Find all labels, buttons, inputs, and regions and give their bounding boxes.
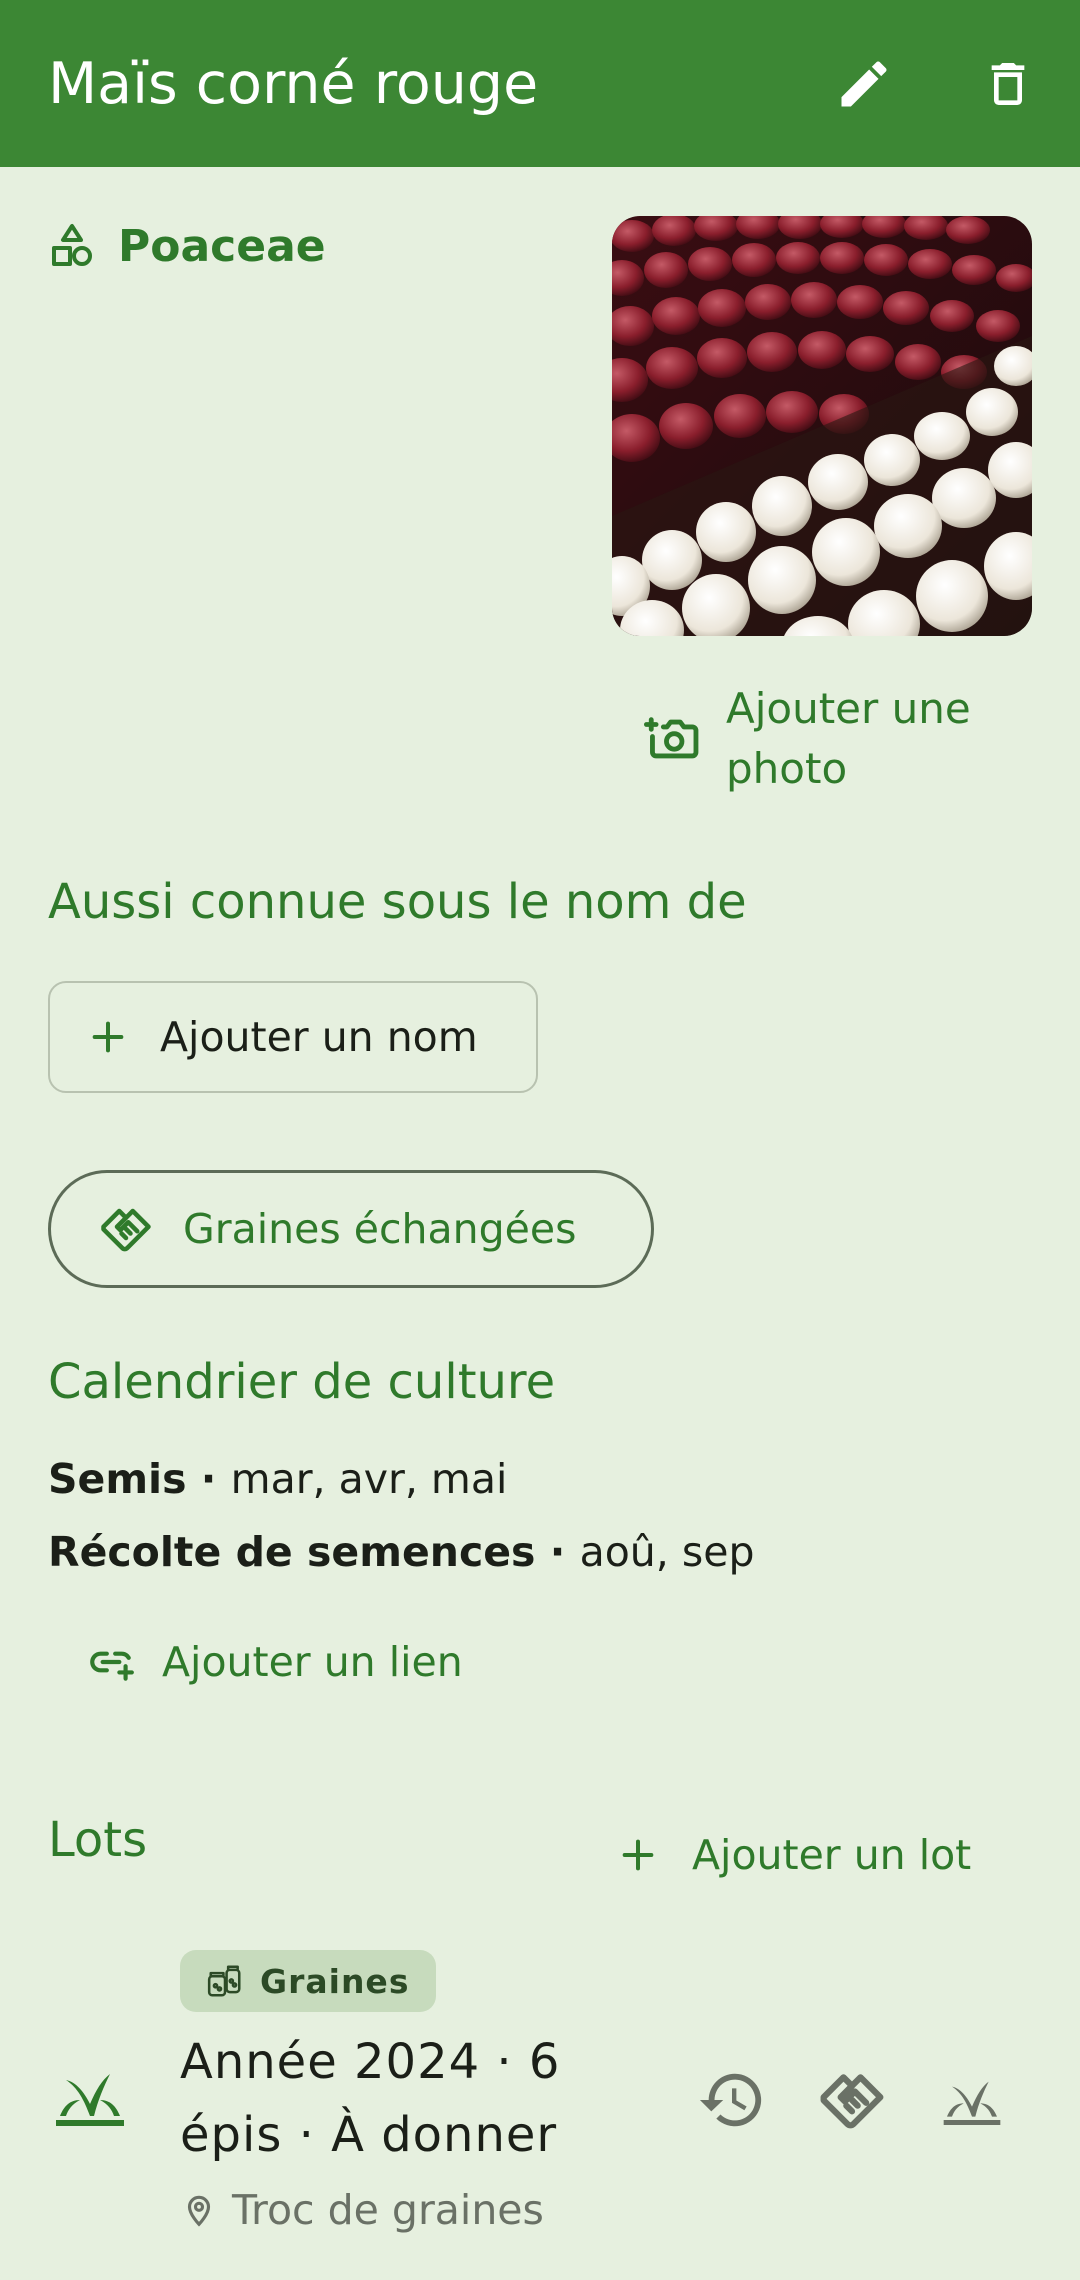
lot-type-label: Graines bbox=[260, 1961, 410, 2001]
seeds-exchanged-label: Graines échangées bbox=[183, 1205, 577, 1253]
calendar-row-months: aoû, sep bbox=[579, 1528, 755, 1576]
lot-location-label: Troc de graines bbox=[232, 2186, 544, 2234]
family-row: Poaceae bbox=[48, 214, 326, 278]
link-plus-icon bbox=[90, 1651, 134, 1681]
lot-description: Année 2024 · 6 épis · À donner bbox=[180, 2034, 561, 2163]
seeds-exchanged-chip[interactable]: Graines échangées bbox=[48, 1170, 654, 1288]
add-name-label: Ajouter un nom bbox=[160, 1013, 478, 1061]
app-bar: Maïs corné rouge bbox=[0, 0, 1080, 167]
lot-type-badge: Graines bbox=[180, 1950, 436, 2012]
edit-button[interactable] bbox=[828, 48, 900, 120]
location-pin-icon bbox=[187, 2195, 211, 2227]
calendar-heading: Calendrier de culture bbox=[48, 1354, 556, 1410]
calendar-row-label: Récolte de semences bbox=[48, 1528, 536, 1576]
add-lot-label: Ajouter un lot bbox=[692, 1831, 972, 1879]
delete-button[interactable] bbox=[972, 48, 1044, 120]
add-link-button[interactable]: Ajouter un lien bbox=[86, 1630, 463, 1694]
sprout-icon bbox=[56, 2074, 124, 2126]
sprout-icon bbox=[943, 2081, 1001, 2125]
page-title: Maïs corné rouge bbox=[48, 51, 539, 117]
trash-icon bbox=[991, 63, 1025, 105]
calendar-row-sowing: Semis · mar, avr, mai bbox=[48, 1455, 507, 1503]
camera-plus-icon bbox=[644, 717, 699, 759]
calendar-row-separator: · bbox=[186, 1455, 231, 1503]
lot-location: Troc de graines bbox=[180, 2180, 544, 2240]
plant-photo[interactable] bbox=[612, 216, 1032, 636]
lot-exchange-button[interactable] bbox=[810, 2058, 894, 2142]
calendar-row-seed-harvest: Récolte de semences · aoû, sep bbox=[48, 1528, 754, 1576]
add-link-label: Ajouter un lien bbox=[162, 1638, 463, 1686]
plus-icon bbox=[92, 1021, 124, 1053]
shapes-icon bbox=[52, 224, 92, 266]
seed-jars-icon bbox=[207, 1965, 241, 1997]
family-name: Poaceae bbox=[118, 220, 326, 272]
add-photo-label: Ajouter une photo bbox=[726, 684, 971, 793]
handshake-icon bbox=[820, 2074, 884, 2129]
lot-sow-button[interactable] bbox=[930, 2058, 1014, 2142]
add-lot-button[interactable]: Ajouter un lot bbox=[618, 1820, 971, 1890]
pencil-icon bbox=[841, 61, 887, 107]
lot-history-button[interactable] bbox=[690, 2058, 774, 2142]
calendar-row-months: mar, avr, mai bbox=[230, 1455, 508, 1503]
lots-heading: Lots bbox=[48, 1812, 148, 1868]
calendar-row-label: Semis bbox=[48, 1455, 187, 1503]
calendar-row-separator: · bbox=[535, 1528, 580, 1576]
plus-icon bbox=[622, 1839, 654, 1871]
add-photo-button[interactable]: Ajouter une photo bbox=[644, 676, 1024, 802]
add-name-button[interactable]: Ajouter un nom bbox=[48, 981, 538, 1093]
history-icon bbox=[699, 2073, 762, 2127]
handshake-icon bbox=[101, 1208, 151, 1252]
aliases-heading: Aussi connue sous le nom de bbox=[48, 874, 747, 930]
